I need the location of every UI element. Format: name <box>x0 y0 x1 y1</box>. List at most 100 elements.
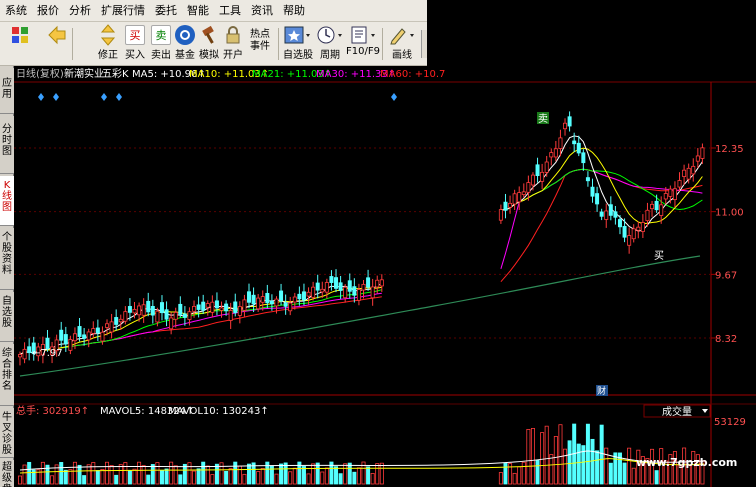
event-marker[interactable] <box>38 93 44 101</box>
open-account-button[interactable]: 开户 <box>220 25 246 63</box>
candle-body <box>517 192 522 203</box>
volume-bar <box>137 461 142 485</box>
star-icon <box>283 25 313 45</box>
kline-chart[interactable]: 日线(复权) 新潮实业 五彩K MA5: +10.96↑ MA10: +11.0… <box>14 66 756 487</box>
candle-body <box>68 339 73 351</box>
event-marker[interactable] <box>53 93 59 101</box>
candle-body <box>668 188 673 197</box>
candle-body <box>576 142 581 154</box>
volume-bar <box>155 462 160 485</box>
candle-body <box>196 304 201 310</box>
price-axis: 12.35 11.00 9.67 8.32 <box>711 144 744 345</box>
volume-bar <box>517 466 522 485</box>
fund-label: 基金 <box>175 50 195 61</box>
volume-bar <box>150 464 155 485</box>
candle-body <box>109 321 114 333</box>
menu-item-news[interactable]: 资讯 <box>246 0 278 22</box>
volume-bar <box>558 424 563 485</box>
menu-item-smart[interactable]: 智能 <box>182 0 214 22</box>
tab-apps[interactable]: 应用 <box>0 68 14 114</box>
menu-item-analysis[interactable]: 分析 <box>64 0 96 22</box>
volume-bar <box>279 463 284 485</box>
ma30-line <box>19 168 703 355</box>
candle-body <box>585 177 590 182</box>
candle-body <box>508 202 513 208</box>
volume-bar <box>311 463 316 485</box>
tab-diagnosis[interactable]: 牛叉诊股 <box>0 408 14 458</box>
volume-bar <box>512 472 517 485</box>
hotspot-button[interactable]: 热点 事件 <box>246 25 274 63</box>
indicator-text: 五彩K <box>102 68 129 80</box>
volume-bar <box>201 461 206 485</box>
period-button[interactable]: 周期 <box>315 25 345 63</box>
volume-bar <box>283 462 288 485</box>
candle-body <box>105 323 110 328</box>
volume-bar <box>599 424 604 485</box>
volume-bar <box>288 471 293 485</box>
price-tick-label: 11.00 <box>715 208 744 219</box>
volume-bar <box>530 428 535 485</box>
back-button[interactable] <box>42 25 70 63</box>
simulate-button[interactable]: 模拟 <box>196 25 222 63</box>
menu-item-tools[interactable]: 工具 <box>214 0 246 22</box>
volume-bar <box>127 470 132 485</box>
document-icon <box>348 25 378 45</box>
volume-bar <box>576 443 581 485</box>
volume-bar <box>114 474 119 485</box>
menu-item-extended-quotes[interactable]: 扩展行情 <box>96 0 150 22</box>
candle-body <box>178 303 183 315</box>
menu-item-trade[interactable]: 委托 <box>150 0 182 22</box>
menu-bar: 系统 报价 分析 扩展行情 委托 智能 工具 资讯 帮助 <box>0 0 427 22</box>
volume-total-text: 总手: 302919↑ <box>16 404 89 417</box>
app-window: 系统 报价 分析 扩展行情 委托 智能 工具 资讯 帮助 修正 买 买入 卖 卖… <box>0 0 756 487</box>
candle-body <box>269 300 274 305</box>
event-marker[interactable] <box>391 93 397 101</box>
tab-intraday[interactable]: 分时图 <box>0 116 14 174</box>
event-marker[interactable] <box>101 93 107 101</box>
menu-item-quotes[interactable]: 报价 <box>32 0 64 22</box>
candle-body <box>100 331 105 342</box>
volume-header: 总手: 302919↑ MAVOL5: 148324↑ MAVOL10: 130… <box>16 404 269 417</box>
candle-body <box>659 204 664 216</box>
buy-button[interactable]: 买 买入 <box>122 25 148 63</box>
tab-super-board[interactable]: 超级盘 <box>0 460 14 487</box>
volume-bar <box>352 471 357 485</box>
volume-bar <box>301 466 306 485</box>
candle-body <box>301 291 306 301</box>
volume-bar <box>210 474 215 485</box>
fund-button[interactable]: 基金 <box>172 25 198 63</box>
tab-stock-profile[interactable]: 个股资料 <box>0 228 14 290</box>
tab-watchlist[interactable]: 自选股 <box>0 292 14 342</box>
event-marker[interactable] <box>116 93 122 101</box>
candle-body <box>682 169 687 177</box>
volume-bar <box>141 465 146 485</box>
f10-button[interactable]: F10/F9 <box>346 25 380 63</box>
volume-bar <box>18 475 23 485</box>
volume-bar <box>379 462 384 485</box>
candle-body <box>91 328 96 334</box>
menu-item-system[interactable]: 系统 <box>0 0 32 22</box>
color-grid-button[interactable] <box>6 25 34 63</box>
candle-body <box>677 180 682 188</box>
volume-bar <box>100 468 105 485</box>
candle-body <box>324 282 329 293</box>
sell-button[interactable]: 卖 卖出 <box>148 25 174 63</box>
candle-body <box>82 334 87 339</box>
draw-line-button[interactable]: 画线 <box>386 25 418 63</box>
volume-bar <box>182 463 187 485</box>
candle-body <box>379 279 384 287</box>
toolbar-scroll-edge[interactable] <box>421 30 427 58</box>
menu-item-help[interactable]: 帮助 <box>278 0 310 22</box>
correct-button[interactable]: 修正 <box>94 24 122 63</box>
sell-icon: 卖 <box>151 25 171 45</box>
volume-indicator-dropdown[interactable]: 成交量 <box>643 404 711 418</box>
tab-ranking[interactable]: 综合排名 <box>0 344 14 406</box>
volume-bar <box>91 462 96 485</box>
tab-kline[interactable]: K线图 <box>0 176 14 226</box>
volume-bar <box>40 461 45 485</box>
volume-bar <box>370 473 375 485</box>
buy-signal-label: 买 <box>654 250 664 262</box>
candle-body <box>640 222 645 232</box>
watchlist-button[interactable]: 自选股 <box>283 25 313 63</box>
candle-body <box>338 282 343 291</box>
